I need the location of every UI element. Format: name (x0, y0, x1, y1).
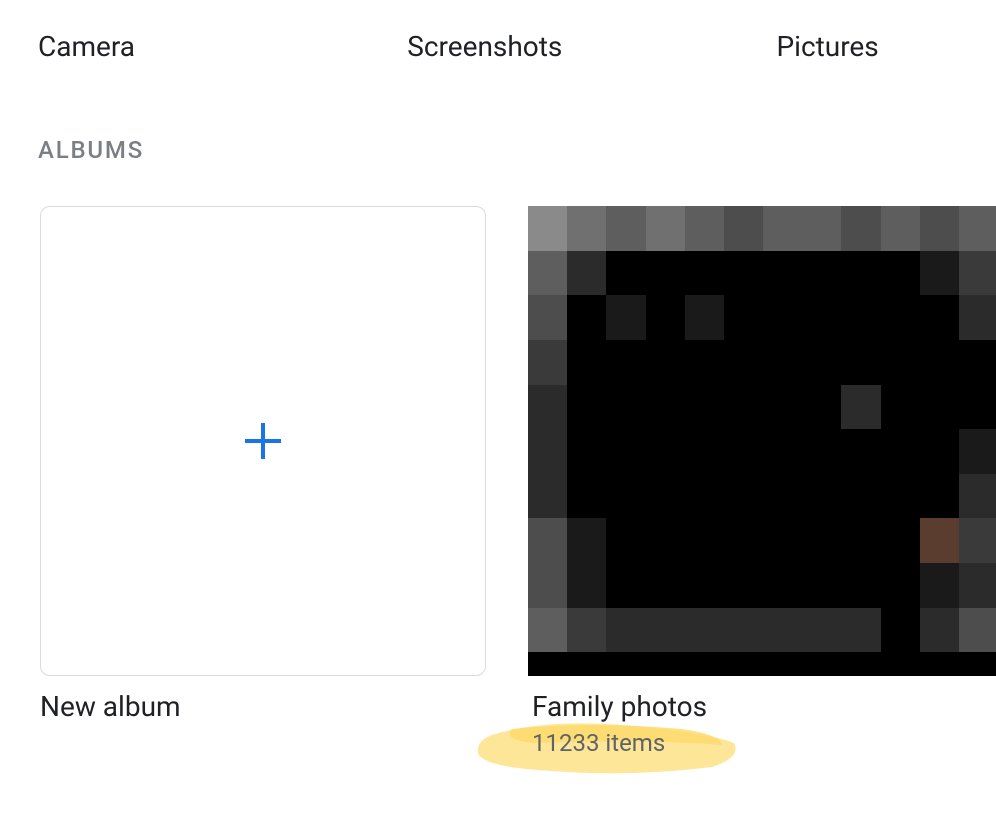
album-thumb-family (528, 206, 996, 676)
new-album-thumb (40, 206, 486, 676)
device-folder-screenshots[interactable]: Screenshots (407, 30, 776, 63)
plus-icon (243, 421, 283, 461)
device-folder-camera[interactable]: Camera (38, 30, 407, 63)
album-tile-family[interactable]: Family photos 11233 items (528, 206, 978, 757)
album-count-wrap: 11233 items (532, 729, 665, 757)
albums-row: New album Family photos 11233 (40, 206, 978, 757)
redacted-thumbnail (528, 206, 996, 676)
device-folders-row: Camera Screenshots Pictures (38, 30, 996, 63)
albums-section-heading: ALBUMS (38, 136, 144, 164)
device-folder-pictures[interactable]: Pictures (776, 30, 996, 63)
new-album-title: New album (40, 690, 490, 723)
device-folder-label: Pictures (776, 30, 878, 63)
device-folder-label: Camera (38, 30, 135, 63)
album-count-family: 11233 items (532, 729, 665, 757)
album-title-family: Family photos (532, 690, 978, 723)
new-album-tile[interactable]: New album (40, 206, 490, 757)
device-folder-label: Screenshots (407, 30, 562, 63)
